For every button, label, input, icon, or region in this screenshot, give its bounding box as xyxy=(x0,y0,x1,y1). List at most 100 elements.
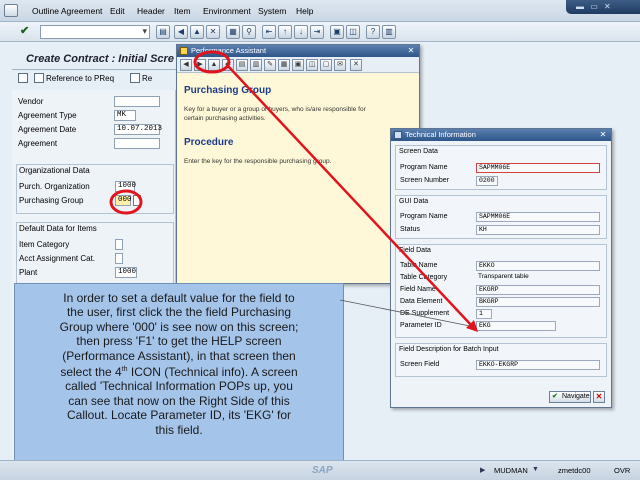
menu-bar: Outline Agreement Edit Header Item Envir… xyxy=(0,0,640,22)
settings-icon[interactable]: ▦ xyxy=(278,59,290,71)
agreement-input[interactable] xyxy=(114,138,160,149)
menu-environment[interactable]: Environment xyxy=(203,6,251,16)
status-field[interactable]: KH xyxy=(476,225,600,235)
other-doc-button[interactable] xyxy=(18,72,30,86)
document-icon xyxy=(130,73,140,83)
acct-assignment-input[interactable] xyxy=(115,253,123,264)
callout-line: the user, first click the the field Purc… xyxy=(66,305,292,320)
menu-item[interactable]: Item xyxy=(174,6,191,16)
enter-check-icon[interactable]: ✔ xyxy=(20,24,29,37)
purch-org-input[interactable]: 1000 xyxy=(115,181,136,192)
technical-info-icon[interactable]: ◆ xyxy=(222,59,234,71)
gui-program-field[interactable]: SAPMM06E xyxy=(476,212,600,222)
last-page-icon[interactable]: ⇥ xyxy=(310,25,324,39)
collapse-arrow-icon[interactable]: ▶ xyxy=(480,466,485,474)
org-data-title: Organizational Data xyxy=(19,166,90,175)
next-page-icon[interactable]: ↓ xyxy=(294,25,308,39)
back-arrow-icon[interactable]: ◀ xyxy=(180,59,192,71)
agreement-type-label: Agreement Type xyxy=(18,111,77,120)
info-icon[interactable]: ▣ xyxy=(292,59,304,71)
tech-title: Technical Information xyxy=(405,130,476,139)
perf-procedure-text: Enter the key for the responsible purcha… xyxy=(184,158,332,165)
dropdown-arrow-icon[interactable]: ▼ xyxy=(532,466,539,473)
help-window-icon xyxy=(180,47,188,55)
plant-input[interactable]: 1000 xyxy=(115,267,137,278)
menu-header[interactable]: Header xyxy=(137,6,165,16)
window-controls[interactable]: ▬ ▭ ✕ xyxy=(566,0,640,14)
reference-button[interactable]: Re xyxy=(130,72,152,86)
help-icon[interactable]: ? xyxy=(366,25,380,39)
parameter-id-label: Parameter ID xyxy=(400,322,442,329)
parameter-id-field[interactable]: EKG xyxy=(476,321,556,331)
layout-menu-icon[interactable]: ▥ xyxy=(382,25,396,39)
table-name-field[interactable]: EKKO xyxy=(476,261,600,271)
cancel-button[interactable]: ✕ xyxy=(593,391,605,403)
first-page-icon[interactable]: ⇤ xyxy=(262,25,276,39)
screen-number-field[interactable]: 0200 xyxy=(476,176,498,186)
mail-icon[interactable]: ✉ xyxy=(334,59,346,71)
screen-field-field[interactable]: EKKO-EKGRP xyxy=(476,360,600,370)
close-icon[interactable]: ✕ xyxy=(598,130,608,139)
callout-line: In order to set a default value for the … xyxy=(63,291,295,305)
item-category-input[interactable] xyxy=(115,239,123,250)
menu-system[interactable]: System xyxy=(258,6,286,16)
navigate-button[interactable]: ✔ Navigate xyxy=(549,391,591,403)
gui-data-title: GUI Data xyxy=(399,198,429,205)
shortcut-icon[interactable]: ◫ xyxy=(346,25,360,39)
print-icon[interactable]: ▥ xyxy=(250,59,262,71)
vendor-input[interactable] xyxy=(114,96,160,107)
menu-help[interactable]: Help xyxy=(296,6,313,16)
program-name-field[interactable]: SAPMM06E xyxy=(476,163,600,173)
item-category-label: Item Category xyxy=(19,240,70,249)
menu-edit[interactable]: Edit xyxy=(110,6,125,16)
server-status: zmetdc00 xyxy=(558,466,591,475)
new-session-icon[interactable]: ▣ xyxy=(330,25,344,39)
table-name-label: Table Name xyxy=(400,262,438,269)
prev-page-icon[interactable]: ↑ xyxy=(278,25,292,39)
callout-line: Group where '000' is see now on this scr… xyxy=(59,319,299,334)
application-help-icon[interactable]: ▲ xyxy=(208,59,220,71)
exit-icon[interactable]: ▲ xyxy=(190,25,204,39)
reference-to-preq-button[interactable]: Reference to PReq xyxy=(34,72,114,86)
agreement-date-input[interactable]: 10.07.2013 xyxy=(114,124,162,135)
save-icon[interactable]: ▤ xyxy=(156,25,170,39)
table-category-value: Transparent table xyxy=(478,273,529,280)
status-label: Status xyxy=(400,226,420,233)
command-field[interactable] xyxy=(40,25,150,39)
edit-icon[interactable]: ✎ xyxy=(264,59,276,71)
tech-title-bar: Technical Information ✕ xyxy=(391,129,611,141)
gui-program-label: Program Name xyxy=(400,213,448,220)
check-icon: ✔ xyxy=(552,393,558,400)
screen-number-label: Screen Number xyxy=(400,177,450,184)
system-menu-icon[interactable] xyxy=(4,4,18,17)
glossary-icon[interactable]: ▤ xyxy=(236,59,248,71)
back-icon[interactable]: ◀ xyxy=(174,25,188,39)
batch-input-group: Field Description for Batch Input Screen… xyxy=(395,343,607,377)
purch-org-label: Purch. Organization xyxy=(19,182,90,191)
close-icon[interactable]: ✕ xyxy=(406,46,416,55)
forward-arrow-icon[interactable]: ▶ xyxy=(194,59,206,71)
perf-toolbar: ◀ ▶ ▲ ◆ ▤ ▥ ✎ ▦ ▣ ◫ ▢ ✉ ✕ xyxy=(177,57,419,73)
field-data-group: Field Data Table Name EKKO Table Categor… xyxy=(395,244,607,338)
exit-help-icon[interactable]: ✕ xyxy=(350,59,362,71)
print-icon[interactable]: ▦ xyxy=(226,25,240,39)
table-category-label: Table Category xyxy=(400,274,448,281)
acct-assignment-label: Acct Assignment Cat. xyxy=(19,254,96,263)
data-element-label: Data Element xyxy=(400,298,443,305)
perf-description: Key for a buyer or a group of buyers, wh… xyxy=(184,106,366,122)
purch-group-input[interactable]: 000 xyxy=(115,195,132,206)
page-title: Create Contract : Initial Scre xyxy=(12,48,182,70)
de-supplement-field[interactable]: 1 xyxy=(476,309,492,319)
data-element-field[interactable]: BKGRP xyxy=(476,297,600,307)
value-help-icon[interactable] xyxy=(133,195,141,206)
agreement-type-input[interactable]: MK xyxy=(114,110,136,121)
perf-title: Performance Assistant xyxy=(191,46,267,55)
de-supplement-label: DE Supplement xyxy=(400,310,450,317)
cancel-icon[interactable]: ✕ xyxy=(206,25,220,39)
menu-outline-agreement[interactable]: Outline Agreement xyxy=(32,6,102,16)
field-name-field[interactable]: EKGRP xyxy=(476,285,600,295)
bookmark-icon[interactable]: ◫ xyxy=(306,59,318,71)
find-icon[interactable]: ⚲ xyxy=(242,25,256,39)
notes-icon[interactable]: ▢ xyxy=(320,59,332,71)
batch-input-title: Field Description for Batch Input xyxy=(399,346,499,353)
